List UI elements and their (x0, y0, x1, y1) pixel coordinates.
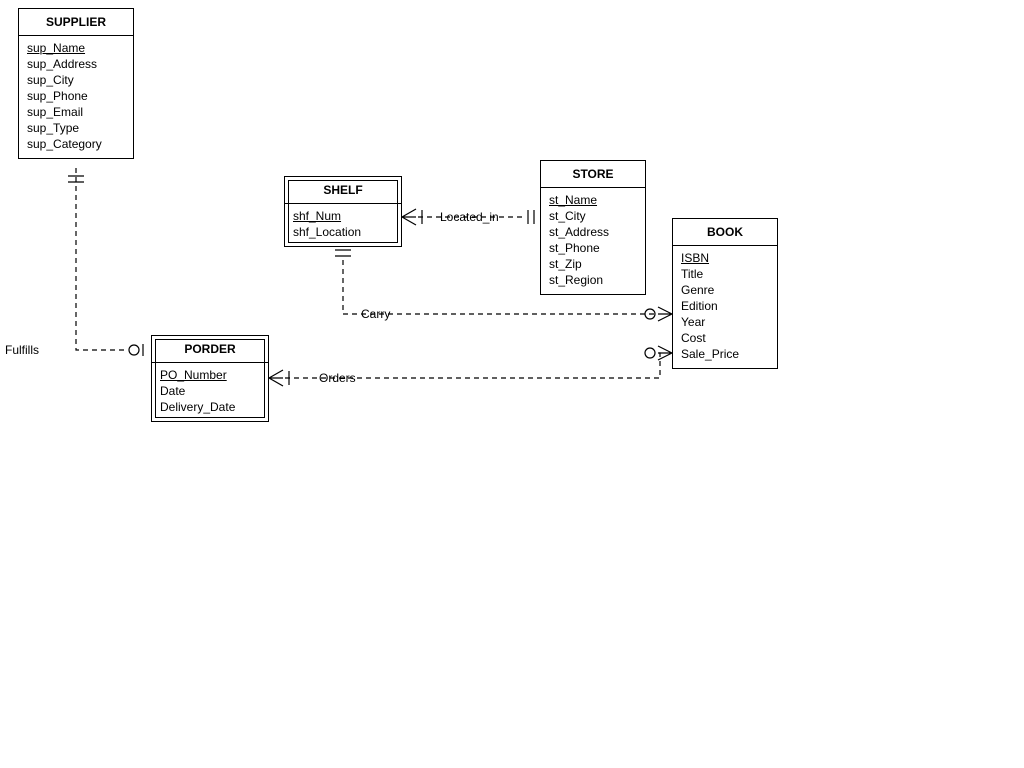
entity-shelf: SHELF shf_Num shf_Location (284, 176, 402, 247)
entity-porder-attrs: PO_Number Date Delivery_Date (152, 363, 268, 421)
rel-located-in-label: Located_in (438, 210, 501, 224)
attr: Cost (681, 330, 769, 346)
attr: st_Address (549, 224, 637, 240)
entity-supplier-attrs: sup_Name sup_Address sup_City sup_Phone … (19, 36, 133, 158)
entity-store: STORE st_Name st_City st_Address st_Phon… (540, 160, 646, 295)
attr: sup_Phone (27, 88, 125, 104)
rel-orders-label: Orders (317, 371, 358, 385)
attr: st_City (549, 208, 637, 224)
entity-supplier: SUPPLIER sup_Name sup_Address sup_City s… (18, 8, 134, 159)
attr: Edition (681, 298, 769, 314)
entity-book: BOOK ISBN Title Genre Edition Year Cost … (672, 218, 778, 369)
attr: ISBN (681, 250, 769, 266)
attr: Title (681, 266, 769, 282)
attr: st_Phone (549, 240, 637, 256)
entity-porder-title: PORDER (152, 336, 268, 363)
attr: Date (160, 383, 260, 399)
entity-porder: PORDER PO_Number Date Delivery_Date (151, 335, 269, 422)
attr: sup_Type (27, 120, 125, 136)
entity-book-attrs: ISBN Title Genre Edition Year Cost Sale_… (673, 246, 777, 368)
entity-shelf-attrs: shf_Num shf_Location (285, 204, 401, 246)
entity-store-title: STORE (541, 161, 645, 188)
attr: sup_Category (27, 136, 125, 152)
attr: sup_Email (27, 104, 125, 120)
attr: Delivery_Date (160, 399, 260, 415)
attr: Year (681, 314, 769, 330)
entity-book-title: BOOK (673, 219, 777, 246)
attr: st_Zip (549, 256, 637, 272)
attr: PO_Number (160, 367, 260, 383)
attr: shf_Location (293, 224, 393, 240)
rel-carry-label: Carry (359, 307, 392, 321)
entity-supplier-title: SUPPLIER (19, 9, 133, 36)
attr: shf_Num (293, 208, 393, 224)
entity-shelf-title: SHELF (285, 177, 401, 204)
attr: st_Region (549, 272, 637, 288)
attr: st_Name (549, 192, 637, 208)
rel-fulfills-label: Fulfills (3, 343, 41, 357)
entity-store-attrs: st_Name st_City st_Address st_Phone st_Z… (541, 188, 645, 294)
attr: sup_Name (27, 40, 125, 56)
attr: sup_City (27, 72, 125, 88)
attr: Sale_Price (681, 346, 769, 362)
attr: sup_Address (27, 56, 125, 72)
er-diagram-canvas: SUPPLIER sup_Name sup_Address sup_City s… (0, 0, 1024, 768)
attr: Genre (681, 282, 769, 298)
